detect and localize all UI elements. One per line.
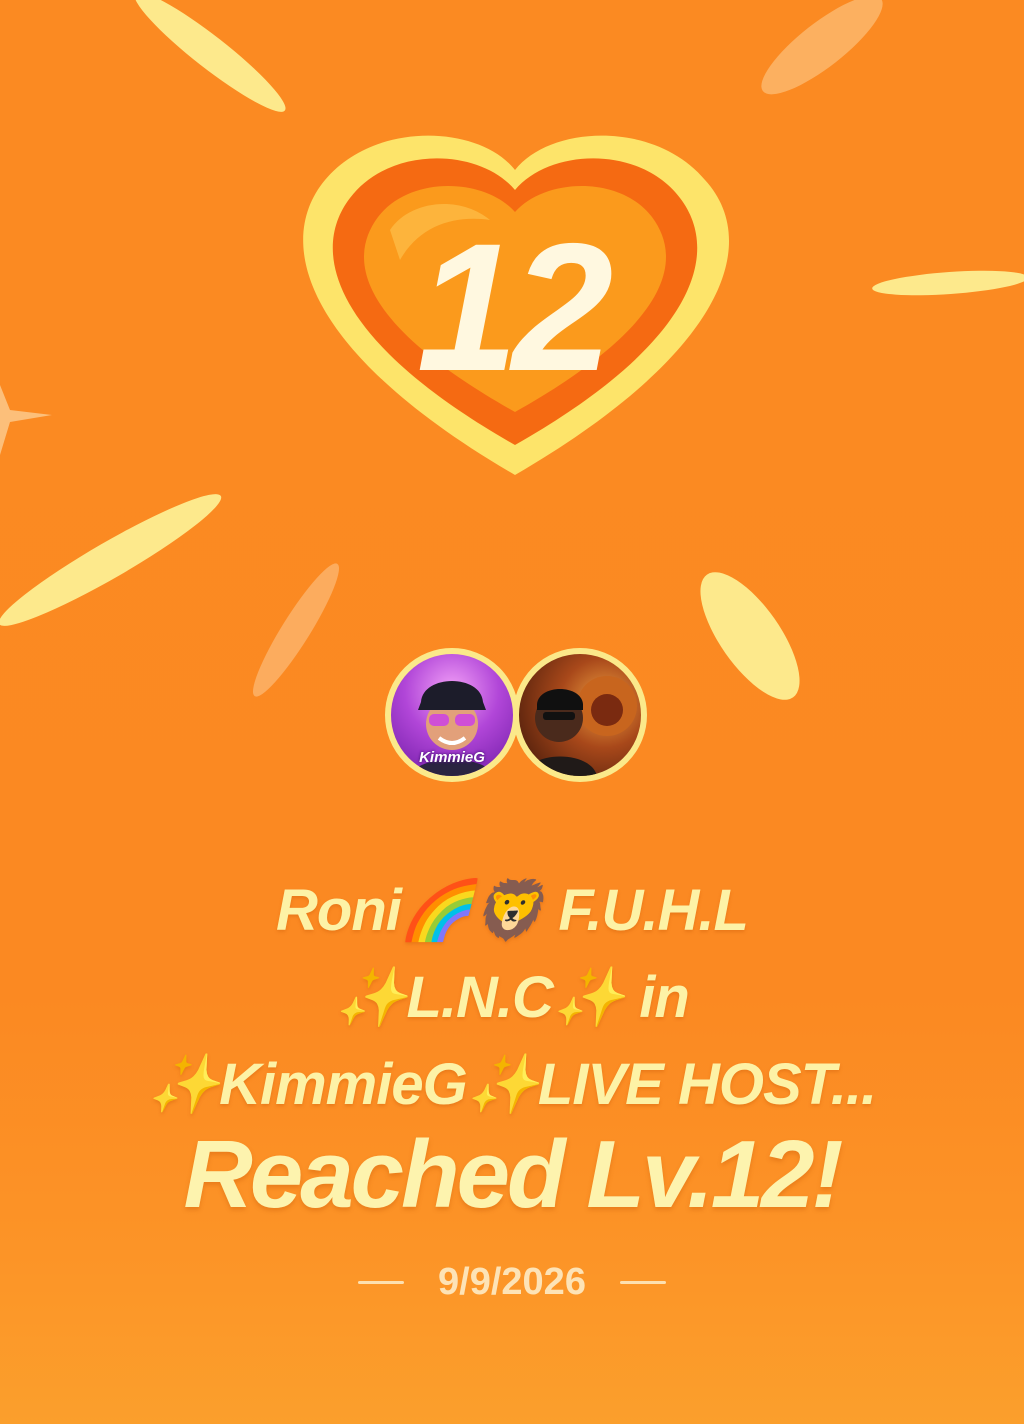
ray-left bbox=[0, 494, 222, 626]
level-reached-headline: Reached Lv.12! bbox=[183, 1121, 844, 1228]
date-divider-right bbox=[619, 1280, 666, 1284]
date-divider-left bbox=[358, 1280, 405, 1284]
avatar-tag: KimmieG bbox=[419, 749, 485, 766]
ray-lower-left bbox=[252, 563, 340, 697]
level-number: 12 bbox=[417, 205, 612, 409]
level-badge: 12 bbox=[303, 135, 730, 475]
caption-line-2: ✨L.N.C✨ in bbox=[335, 965, 690, 1030]
sparkle-left-icon bbox=[0, 385, 52, 455]
ray-top-right bbox=[761, 0, 883, 95]
ray-lower-right bbox=[700, 572, 800, 700]
participant-avatars: KimmieG bbox=[385, 648, 647, 798]
ray-right bbox=[872, 270, 1024, 296]
date-text: 9/9/2026 bbox=[438, 1260, 586, 1303]
caption-line-1: Roni🌈🦁 F.U.H.L bbox=[276, 878, 749, 943]
caption-line-3: ✨KimmieG✨LIVE HOST... bbox=[147, 1052, 877, 1117]
avatar-kimmieg[interactable]: KimmieG bbox=[385, 648, 519, 782]
date-row: 9/9/2026 bbox=[312, 1258, 712, 1306]
avatar-portrait-icon bbox=[524, 676, 637, 776]
ray-top-left bbox=[134, 0, 286, 112]
avatar-roni[interactable] bbox=[513, 648, 647, 782]
